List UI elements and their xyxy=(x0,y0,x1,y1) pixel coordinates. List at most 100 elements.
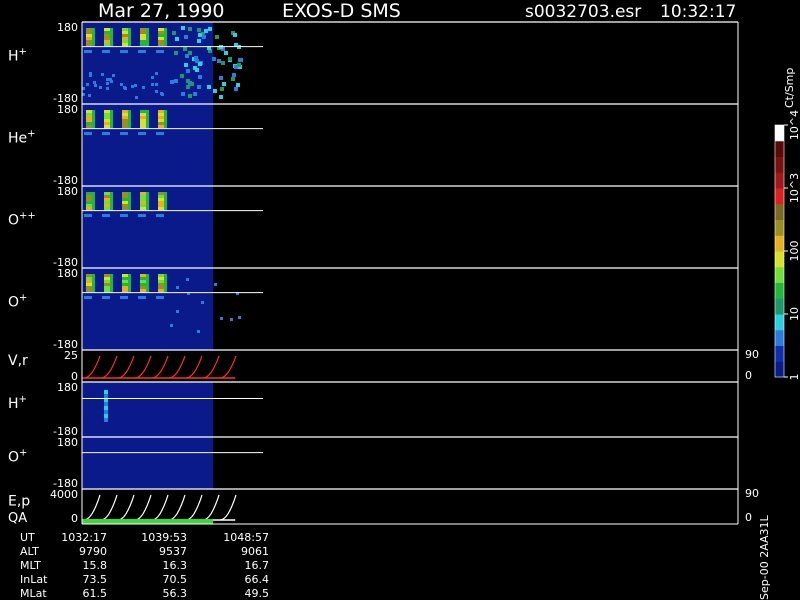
count-cell xyxy=(110,280,113,283)
panel-heplus: He+180-180 xyxy=(8,103,739,187)
count-cell xyxy=(221,61,225,65)
panel-label-superscript: + xyxy=(27,129,35,140)
count-cell xyxy=(122,113,128,116)
count-cell xyxy=(92,198,95,201)
trace-segment xyxy=(83,494,101,521)
ephem-label-mlat: MLat xyxy=(20,587,47,600)
count-cell xyxy=(128,289,131,292)
panel-ep: E,p QA 4000 0 90 0 xyxy=(8,487,759,526)
count-cell xyxy=(122,274,128,277)
trace-segment xyxy=(134,355,152,379)
count-cell xyxy=(234,87,238,91)
colorbar-cell xyxy=(775,140,784,157)
count-cell xyxy=(104,283,110,286)
count-cell xyxy=(188,27,192,31)
count-cell xyxy=(231,77,235,81)
count-cell xyxy=(104,192,110,195)
count-cell xyxy=(174,79,178,83)
count-cell xyxy=(92,280,95,283)
count-cell xyxy=(164,110,167,113)
count-cell xyxy=(164,274,167,277)
right-tick-top: 90 xyxy=(745,487,759,500)
count-cell xyxy=(128,28,131,31)
count-cell xyxy=(146,207,149,210)
trace-segment xyxy=(202,355,220,379)
ephem-label-alt: ALT xyxy=(20,545,39,558)
count-cell xyxy=(202,35,206,39)
trace-segment xyxy=(83,355,101,379)
count-cell xyxy=(197,85,201,89)
colorbar-cell xyxy=(775,203,784,220)
colorbar-cell xyxy=(775,235,784,252)
colorbar-unit-label: Ct/Smp xyxy=(783,68,796,108)
count-cell xyxy=(164,113,167,116)
count-cell xyxy=(142,86,145,89)
colorbar-cell xyxy=(775,314,784,331)
count-cell xyxy=(104,274,110,277)
count-cell xyxy=(88,94,91,97)
count-cell xyxy=(194,56,198,60)
count-cell xyxy=(110,113,113,116)
count-cell xyxy=(131,85,134,88)
panel-label: O++ xyxy=(8,211,36,229)
count-cell xyxy=(92,274,95,277)
count-cell xyxy=(128,274,131,277)
count-cell xyxy=(164,28,167,31)
count-cell xyxy=(158,207,164,210)
count-cell xyxy=(110,116,113,119)
count-cell xyxy=(128,31,131,34)
right-tick-bottom: 0 xyxy=(745,511,752,524)
count-cell xyxy=(140,274,146,277)
count-cell xyxy=(92,125,95,128)
count-cell xyxy=(228,57,232,61)
count-cell xyxy=(104,394,108,398)
count-cell xyxy=(164,31,167,34)
count-cell xyxy=(140,43,146,46)
count-cell xyxy=(201,301,204,304)
count-cell xyxy=(186,278,189,281)
count-cell xyxy=(92,31,95,34)
count-cell xyxy=(106,78,109,81)
count-cell xyxy=(104,390,108,394)
count-cell xyxy=(110,40,113,43)
colorbar-tick-label: 100 xyxy=(788,241,800,262)
count-cell xyxy=(146,122,149,125)
count-cell xyxy=(110,277,113,280)
count-cell xyxy=(84,50,92,53)
count-cell xyxy=(140,34,146,37)
count-cell xyxy=(120,214,128,217)
count-cell xyxy=(122,40,128,43)
count-cell xyxy=(86,204,92,207)
count-cell xyxy=(128,125,131,128)
count-cell xyxy=(104,207,110,210)
count-cell xyxy=(158,277,164,280)
ephem-label-inlat: InLat xyxy=(20,573,48,586)
trace-segment xyxy=(151,355,169,379)
count-cell xyxy=(128,195,131,198)
count-cell xyxy=(193,92,197,96)
count-cell xyxy=(186,85,190,89)
count-cell xyxy=(122,207,128,210)
count-cell xyxy=(140,113,146,116)
count-cell xyxy=(110,198,113,201)
count-cell xyxy=(92,277,95,280)
count-cell xyxy=(214,283,217,286)
trace-segment xyxy=(219,355,237,379)
panel-hplus: H+180-180 xyxy=(8,21,739,105)
count-cell xyxy=(128,43,131,46)
count-cell xyxy=(104,43,110,46)
count-cell xyxy=(86,43,92,46)
tick-top: 180 xyxy=(57,185,78,198)
colorbar-cell xyxy=(775,345,784,362)
count-cell xyxy=(84,132,92,135)
colorbar-tick-label: 10^4 xyxy=(788,110,800,140)
count-cell xyxy=(122,125,128,128)
count-cell xyxy=(86,192,92,195)
count-cell xyxy=(204,29,208,33)
count-cell xyxy=(102,296,110,299)
count-cell xyxy=(104,201,110,204)
count-cell xyxy=(220,317,223,320)
count-cell xyxy=(158,119,164,122)
count-cell xyxy=(122,201,128,204)
count-cell xyxy=(164,289,167,292)
